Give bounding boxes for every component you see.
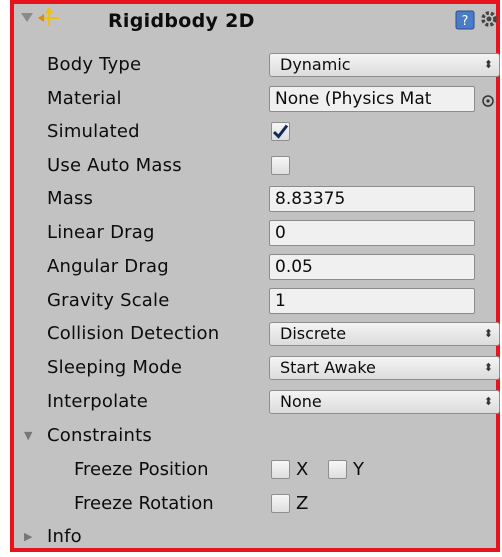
mass-input[interactable]: 8.83375 bbox=[269, 186, 475, 212]
linear-drag-value: 0 bbox=[275, 223, 286, 243]
body-type-dropdown[interactable]: Dynamic ⬍ bbox=[269, 53, 500, 77]
rigidbody2d-component-icon bbox=[36, 6, 62, 33]
body-type-value: Dynamic bbox=[280, 55, 351, 74]
angular-drag-input[interactable]: 0.05 bbox=[269, 254, 475, 280]
simulated-checkbox[interactable] bbox=[271, 122, 290, 141]
use-auto-mass-checkbox[interactable] bbox=[271, 156, 290, 175]
freeze-position-x-checkbox[interactable] bbox=[271, 460, 290, 479]
collapse-triangle-icon[interactable] bbox=[20, 8, 34, 29]
freeze-position-y-checkbox[interactable] bbox=[328, 460, 347, 479]
body-type-label: Body Type bbox=[47, 54, 142, 75]
info-foldout-label[interactable]: Info bbox=[47, 520, 82, 554]
angular-drag-value: 0.05 bbox=[275, 257, 313, 277]
component-title: Rigidbody 2D bbox=[108, 10, 255, 32]
material-label: Material bbox=[47, 88, 122, 109]
info-collapsed-triangle-icon[interactable]: ▶ bbox=[24, 520, 32, 554]
sleeping-mode-label: Sleeping Mode bbox=[47, 357, 183, 378]
interpolate-value: None bbox=[280, 392, 322, 411]
freeze-position-x-label: X bbox=[296, 459, 309, 480]
linear-drag-label: Linear Drag bbox=[47, 222, 155, 243]
constraints-expanded-triangle-icon[interactable]: ▼ bbox=[24, 419, 32, 453]
collision-detection-label: Collision Detection bbox=[47, 323, 220, 344]
freeze-rotation-label: Freeze Rotation bbox=[74, 493, 214, 514]
material-object-field[interactable]: None (Physics Mat bbox=[269, 86, 475, 112]
gravity-scale-value: 1 bbox=[275, 291, 286, 311]
help-book-icon[interactable]: ? bbox=[455, 10, 475, 35]
dropdown-arrows-icon: ⬍ bbox=[483, 327, 493, 340]
sleeping-mode-dropdown[interactable]: Start Awake ⬍ bbox=[269, 356, 500, 380]
object-picker-icon[interactable] bbox=[481, 92, 495, 113]
constraints-foldout-label[interactable]: Constraints bbox=[47, 419, 152, 453]
freeze-rotation-z-label: Z bbox=[296, 493, 309, 514]
dropdown-arrows-icon: ⬍ bbox=[483, 58, 493, 71]
material-value: None (Physics Mat bbox=[275, 89, 432, 109]
dropdown-arrows-icon: ⬍ bbox=[483, 361, 493, 374]
mass-label: Mass bbox=[47, 188, 94, 209]
sleeping-mode-value: Start Awake bbox=[280, 358, 376, 377]
interpolate-dropdown[interactable]: None ⬍ bbox=[269, 390, 500, 414]
checkmark-icon bbox=[272, 124, 289, 139]
gravity-scale-input[interactable]: 1 bbox=[269, 288, 475, 314]
gear-icon[interactable] bbox=[479, 9, 499, 34]
use-auto-mass-label: Use Auto Mass bbox=[47, 155, 182, 176]
svg-text:?: ? bbox=[462, 14, 469, 29]
gravity-scale-label: Gravity Scale bbox=[47, 290, 170, 311]
dropdown-arrows-icon: ⬍ bbox=[483, 395, 493, 408]
rigidbody2d-inspector-panel: Rigidbody 2D ? Body Type Dynamic ⬍ Mater… bbox=[10, 0, 500, 552]
mass-value: 8.83375 bbox=[275, 189, 346, 209]
collision-detection-dropdown[interactable]: Discrete ⬍ bbox=[269, 322, 500, 346]
collision-detection-value: Discrete bbox=[280, 324, 347, 343]
freeze-position-label: Freeze Position bbox=[74, 459, 209, 480]
simulated-label: Simulated bbox=[47, 121, 140, 142]
freeze-rotation-z-checkbox[interactable] bbox=[271, 494, 290, 513]
angular-drag-label: Angular Drag bbox=[47, 256, 169, 277]
linear-drag-input[interactable]: 0 bbox=[269, 220, 475, 246]
interpolate-label: Interpolate bbox=[47, 391, 149, 412]
freeze-position-y-label: Y bbox=[353, 459, 364, 480]
